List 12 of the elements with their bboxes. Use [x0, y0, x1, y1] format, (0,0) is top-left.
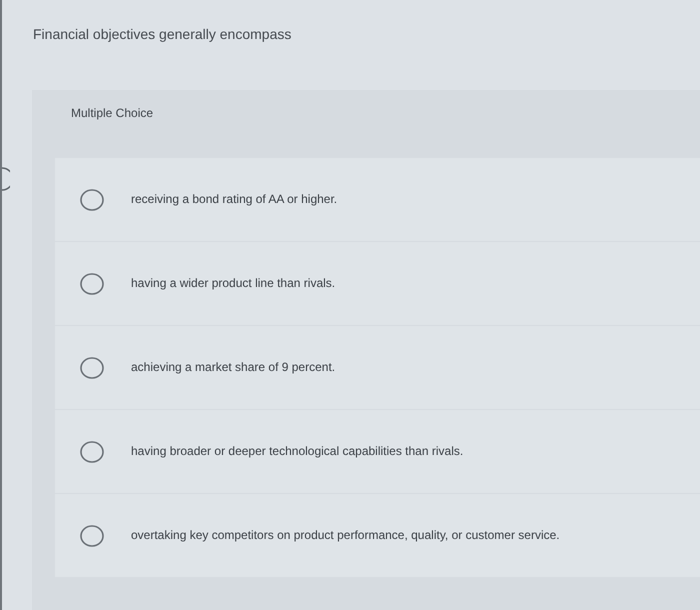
radio-button[interactable] [80, 440, 104, 462]
question-prompt: Financial objectives generally encompass [33, 26, 292, 42]
option-text: achieving a market share of 9 percent. [131, 360, 336, 375]
radio-button[interactable] [80, 188, 104, 210]
radio-button[interactable] [80, 524, 104, 546]
radio-button[interactable] [80, 356, 104, 378]
option-text: overtaking key competitors on product performance, quality, or customer service. [131, 528, 560, 543]
option-text: having a wider product line than rivals. [131, 276, 336, 291]
question-type-label: Multiple Choice [71, 105, 154, 121]
option-text: having broader or deeper technological capabilities than rivals. [131, 444, 464, 459]
radio-button[interactable] [80, 272, 104, 294]
option-text: receiving a bond rating of AA or higher. [131, 192, 338, 207]
